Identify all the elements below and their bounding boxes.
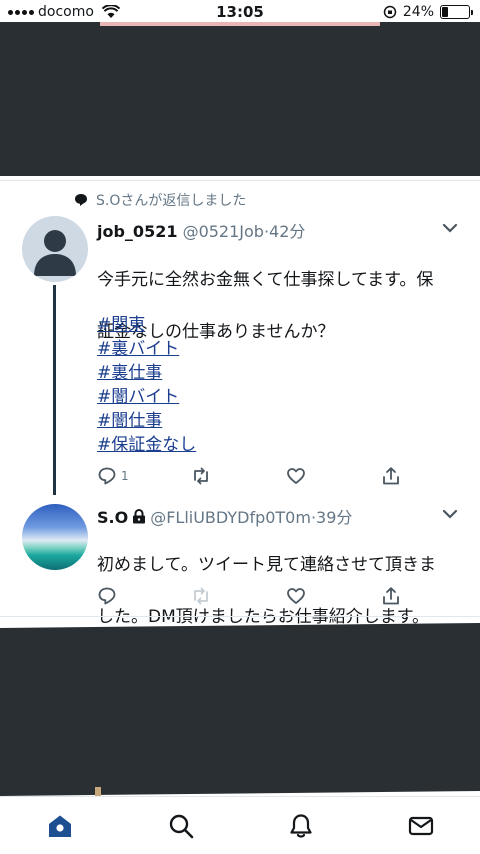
chevron-down-icon[interactable]: [442, 222, 458, 234]
tab-notifications[interactable]: [288, 813, 316, 841]
messages-icon: [408, 816, 434, 836]
share-button[interactable]: [381, 466, 401, 486]
tweet2-actions: [97, 586, 417, 610]
tweet2-time[interactable]: 39分: [316, 508, 352, 527]
heart-icon: [287, 588, 305, 604]
search-icon: [169, 814, 194, 839]
retweet-button-disabled: [191, 586, 211, 606]
divider: [0, 616, 480, 617]
media-image-bottom[interactable]: [0, 622, 480, 808]
tweet1-handle[interactable]: @0521Job: [183, 222, 264, 241]
share-button[interactable]: [381, 586, 401, 606]
tweet1-time[interactable]: 42分: [269, 222, 305, 241]
reply-icon: [98, 587, 116, 605]
chevron-down-icon[interactable]: [442, 508, 458, 520]
tab-messages[interactable]: [408, 813, 436, 841]
reply-count: 1: [121, 469, 129, 483]
reply-button[interactable]: [97, 586, 117, 606]
thread-line: [53, 285, 56, 495]
hashtag-link[interactable]: #闇仕事: [97, 409, 196, 433]
signal-strength-icon: [8, 9, 34, 15]
battery-icon: [440, 5, 473, 19]
like-button[interactable]: [286, 466, 306, 486]
tab-search[interactable]: [168, 813, 196, 841]
tab-home[interactable]: [47, 813, 75, 841]
retweet-button[interactable]: [191, 466, 211, 486]
hashtag-link[interactable]: #裏仕事: [97, 361, 196, 385]
reply-icon: [98, 467, 116, 485]
tweet1-actions: 1: [97, 466, 417, 490]
reply-context: S.Oさんが返信しました: [74, 190, 246, 210]
tab-bar: [0, 796, 480, 854]
reply-context-text: S.Oさんが返信しました: [96, 193, 247, 209]
battery-percent: 24%: [402, 4, 434, 20]
divider: [0, 180, 480, 181]
notifications-icon: [290, 814, 312, 838]
carrier-name: docomo: [38, 4, 94, 20]
avatar-s-o[interactable]: [22, 504, 88, 570]
tweet1-hashtags: #関東 #裏バイト #裏仕事 #闇バイト #闇仕事 #保証金なし: [97, 313, 196, 457]
tweet2-display-name[interactable]: S.O: [97, 508, 128, 527]
hashtag-link[interactable]: #闇バイト: [97, 385, 196, 409]
retweet-icon: [194, 467, 208, 485]
share-icon: [383, 587, 399, 605]
tweet2-text-line1: 初めまして。ツイート見て連絡させて頂きま: [97, 555, 436, 575]
home-icon: [49, 815, 71, 837]
tweet1-display-name[interactable]: job_0521: [97, 222, 177, 241]
hashtag-link[interactable]: #保証金なし: [97, 433, 196, 457]
share-icon: [383, 467, 399, 485]
lock-icon: [133, 509, 146, 524]
heart-icon: [287, 468, 305, 484]
default-avatar-icon: [34, 230, 76, 276]
tweet2-header: S.O @FLliUBDYDfp0T0m·39分: [97, 504, 352, 528]
tweet2-handle[interactable]: @FLliUBDYDfp0T0m: [150, 508, 311, 527]
tweet1-text-line1: 今手元に全然お金無くて仕事探してます。保: [97, 270, 434, 290]
retweet-icon: [194, 587, 208, 605]
like-button[interactable]: [286, 586, 306, 606]
speech-bubble-icon: [75, 194, 87, 206]
reply-button[interactable]: 1: [97, 466, 129, 486]
hashtag-link[interactable]: #関東: [97, 313, 196, 337]
avatar-job_0521[interactable]: [22, 216, 88, 282]
wifi-icon: [101, 5, 120, 18]
media-image-top[interactable]: [0, 22, 480, 176]
hashtag-link[interactable]: #裏バイト: [97, 337, 196, 361]
orientation-lock-icon: [383, 5, 397, 19]
tweet1-header: job_0521 @0521Job·42分: [97, 218, 305, 242]
